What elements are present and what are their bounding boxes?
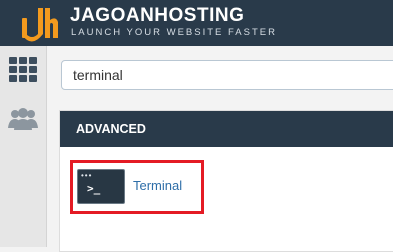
brand-name: JAGOANHOSTING xyxy=(70,5,245,26)
terminal-icon[interactable]: ••• >_ xyxy=(77,169,125,204)
users-icon[interactable] xyxy=(8,106,38,132)
result-item-terminal[interactable]: ••• >_ Terminal xyxy=(70,160,204,214)
left-sidebar xyxy=(0,46,47,247)
section-header: ADVANCED xyxy=(60,111,393,147)
search-input[interactable] xyxy=(61,60,393,90)
main-content: ADVANCED ••• >_ Terminal xyxy=(47,46,393,252)
jh-logo-icon[interactable] xyxy=(20,4,60,42)
brand-tagline: LAUNCH YOUR WEBSITE FASTER xyxy=(71,27,277,38)
terminal-link[interactable]: Terminal xyxy=(133,178,182,194)
results-panel: ADVANCED ••• >_ Terminal xyxy=(59,110,393,252)
section-title: ADVANCED xyxy=(76,122,146,136)
grid-icon[interactable] xyxy=(8,56,38,82)
terminal-icon-dots: ••• xyxy=(81,171,93,180)
top-header: JAGOANHOSTING LAUNCH YOUR WEBSITE FASTER xyxy=(0,0,393,46)
terminal-icon-prompt: >_ xyxy=(87,182,101,195)
